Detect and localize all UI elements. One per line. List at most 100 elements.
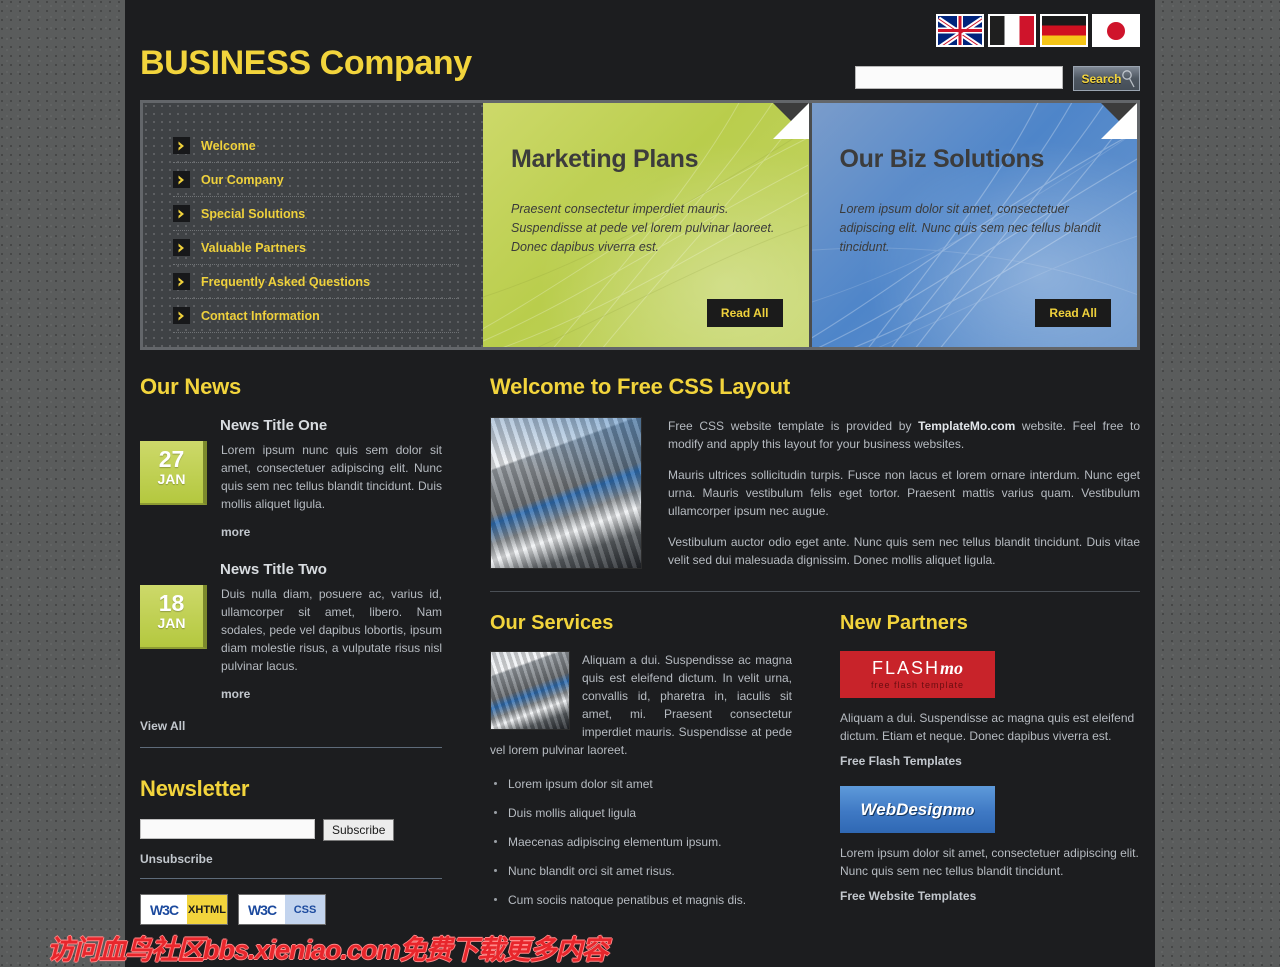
chevron-right-icon — [173, 239, 190, 256]
templatemo-link[interactable]: TemplateMo.com — [918, 419, 1015, 433]
magnifier-icon — [1122, 70, 1135, 88]
welcome-photo — [490, 417, 642, 569]
menu-item-label: Contact Information — [201, 308, 320, 323]
validation-badges: W3C XHTML W3C CSS — [140, 894, 442, 925]
w3c-css-badge[interactable]: W3C CSS — [238, 894, 326, 925]
hero-band: Welcome Our Company Special Solutions Va… — [140, 100, 1140, 350]
w3c-xhtml-label: XHTML — [187, 895, 227, 924]
partners-section: New Partners FLASHmo free flash template… — [840, 612, 1140, 921]
news-date-day: 27 — [158, 446, 185, 472]
flashmo-logo[interactable]: FLASHmo free flash template — [840, 651, 995, 698]
menu-item-label: Frequently Asked Questions — [201, 274, 371, 289]
partner-link[interactable]: Free Website Templates — [840, 889, 976, 903]
chevron-right-icon — [173, 171, 190, 188]
welcome-paragraph: Free CSS website template is provided by… — [668, 417, 1140, 453]
partner-text: Lorem ipsum dolor sit amet, consectetuer… — [840, 846, 1139, 878]
panel-text: Lorem ipsum dolor sit amet, consectetuer… — [839, 202, 1101, 254]
menu-item-special-solutions[interactable]: Special Solutions — [173, 197, 459, 231]
services-list-item: Duis mollis aliquet ligula — [490, 804, 792, 822]
services-list-item: Lorem ipsum dolor sit amet — [490, 775, 792, 793]
services-list-item: Cum sociis natoque penatibus et magnis d… — [490, 891, 792, 909]
menu-item-faq[interactable]: Frequently Asked Questions — [173, 265, 459, 299]
main-content: Our News News Title One 27 JAN Lorem ips… — [140, 350, 1140, 925]
welcome-paragraph-pre: Free CSS website template is provided by — [668, 419, 919, 433]
menu-item-welcome[interactable]: Welcome — [173, 129, 459, 163]
search-button-label: Search — [1081, 71, 1122, 86]
services-photo — [490, 651, 570, 730]
menu-item-label: Valuable Partners — [201, 240, 306, 255]
search-button[interactable]: Search — [1073, 66, 1140, 91]
news-title: News Title One — [220, 417, 328, 434]
menu-item-our-company[interactable]: Our Company — [173, 163, 459, 197]
news-date-day: 18 — [158, 590, 185, 616]
chevron-right-icon — [173, 205, 190, 222]
search-box: Search — [855, 66, 1140, 91]
newsletter-section: Newsletter Subscribe Unsubscribe W3C XHT… — [140, 776, 442, 925]
services-list: Lorem ipsum dolor sit amet Duis mollis a… — [490, 775, 792, 909]
flag-uk-icon[interactable] — [936, 14, 984, 47]
corner-fold-paper — [1101, 103, 1137, 139]
news-date-badge: 27 JAN — [140, 441, 207, 505]
news-text: Duis nulla diam, posuere ac, varius id, … — [221, 587, 442, 673]
flashmo-logo-main: FLASH — [871, 658, 940, 678]
news-item: News Title One 27 JAN Lorem ipsum nunc q… — [140, 417, 442, 539]
logo-suffix: Company — [310, 44, 473, 82]
chevron-right-icon — [173, 137, 190, 154]
webdesignmo-logo[interactable]: WebDesignmo — [840, 786, 995, 833]
news-more-link[interactable]: more — [221, 687, 250, 701]
read-all-button[interactable]: Read All — [706, 299, 783, 327]
feature-panels: Marketing Plans Praesent consectetur imp… — [483, 103, 1137, 347]
welcome-heading: Welcome to Free CSS Layout — [490, 374, 791, 399]
read-all-button[interactable]: Read All — [1035, 299, 1111, 327]
panel-title: Marketing Plans — [511, 145, 699, 173]
newsletter-subscribe-button[interactable]: Subscribe — [323, 819, 395, 841]
feature-panel-marketing-plans: Marketing Plans Praesent consectetur imp… — [483, 103, 809, 347]
news-date-month: JAN — [157, 615, 186, 631]
flashmo-logo-sub: free flash template — [870, 680, 965, 690]
flashmo-logo-italic: mo — [940, 658, 964, 678]
news-date-badge: 18 JAN — [140, 585, 207, 649]
partner-link[interactable]: Free Flash Templates — [840, 754, 962, 768]
menu-item-label: Special Solutions — [201, 206, 306, 221]
welcome-paragraph: Vestibulum auctor odio eget ante. Nunc q… — [668, 535, 1140, 567]
main-menu: Welcome Our Company Special Solutions Va… — [143, 103, 483, 347]
services-heading: Our Services — [490, 612, 614, 634]
page-wrapper: BUSINESS Company Search Welcome Our Comp… — [47, 0, 1155, 967]
flag-jp-icon[interactable] — [1092, 14, 1140, 47]
lower-sections: Our Services Aliquam a dui. Suspendisse … — [490, 612, 1140, 921]
newsletter-heading: Newsletter — [140, 776, 250, 801]
search-input[interactable] — [855, 66, 1063, 89]
news-more-link[interactable]: more — [221, 525, 250, 539]
panel-title: Our Biz Solutions — [839, 145, 1045, 173]
w3c-css-label: CSS — [285, 895, 325, 924]
welcome-body: Free CSS website template is provided by… — [490, 417, 1140, 569]
menu-item-contact-information[interactable]: Contact Information — [173, 299, 459, 333]
newsletter-divider — [140, 878, 442, 879]
logo-prefix: BUSINESS — [140, 44, 311, 82]
news-title: News Title Two — [220, 561, 327, 578]
w3c-xhtml-badge[interactable]: W3C XHTML — [140, 894, 228, 925]
flag-fr-icon[interactable] — [988, 14, 1036, 47]
partner-item: FLASHmo free flash template Aliquam a du… — [840, 651, 1140, 768]
menu-item-valuable-partners[interactable]: Valuable Partners — [173, 231, 459, 265]
our-news-heading: Our News — [140, 374, 242, 399]
w3c-mark: W3C — [141, 895, 187, 924]
news-date-month: JAN — [157, 471, 186, 487]
language-flag-bar — [936, 14, 1140, 47]
news-item: News Title Two 18 JAN Duis nulla diam, p… — [140, 561, 442, 701]
view-all-link[interactable]: View All — [140, 719, 185, 733]
services-list-item: Nunc blandit orci sit amet risus. — [490, 862, 792, 880]
newsletter-email-input[interactable] — [140, 819, 315, 839]
partner-item: WebDesignmo Lorem ipsum dolor sit amet, … — [840, 786, 1140, 903]
flag-de-icon[interactable] — [1040, 14, 1088, 47]
welcome-text: Free CSS website template is provided by… — [668, 417, 1140, 569]
content-divider — [490, 591, 1140, 592]
chevron-right-icon — [173, 273, 190, 290]
partners-heading: New Partners — [840, 612, 968, 634]
menu-item-label: Welcome — [201, 138, 256, 153]
page-inner: BUSINESS Company Search Welcome Our Comp… — [47, 0, 1140, 965]
newsletter-unsubscribe-link[interactable]: Unsubscribe — [140, 852, 213, 866]
chevron-right-icon — [173, 307, 190, 324]
watermark-overlay: 访问血鸟社区bbs.xieniao.com免费下载更多内容 — [47, 935, 609, 965]
partner-text: Aliquam a dui. Suspendisse ac magna quis… — [840, 711, 1135, 743]
